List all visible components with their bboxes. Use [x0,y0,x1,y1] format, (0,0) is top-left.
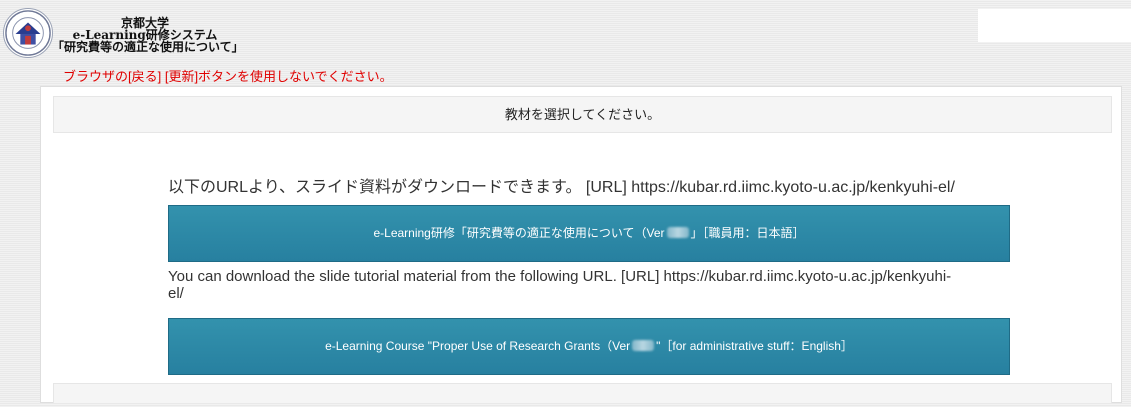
course-button-japanese-prefix: e-Learning研修「研究費等の適正な使用について（Ver [373,226,665,240]
panel-body: 以下のURLより、スライド資料がダウンロードできます。 [URL] https:… [53,133,1112,383]
university-logo-icon [3,8,53,58]
course-button-english-prefix: e-Learning Course "Proper Use of Researc… [325,339,631,353]
material-panel: 教材を選択してください。 以下のURLより、スライド資料がダウンロードできます。… [40,86,1122,403]
course-button-japanese-suffix: 」［職員用：日本語］ [690,226,805,240]
title-line-course: 「研究費等の適正な使用について」 [52,40,244,54]
download-text-en: You can download the slide tutorial mate… [168,268,952,302]
browser-warning: ブラウザの[戻る] [更新]ボタンを使用しないでください。 [63,69,393,84]
redacted-version-blur [632,340,655,351]
course-button-english[interactable]: e-Learning Course "Proper Use of Researc… [168,318,1010,375]
panel-footer [53,383,1112,403]
course-button-japanese[interactable]: e-Learning研修「研究費等の適正な使用について（Ver 」［職員用：日本語… [168,205,1010,262]
site-header: 京都大学 e-Learning研修システム 「研究費等の適正な使用について」 [0,0,1131,62]
header-right-panel [978,9,1131,42]
system-title: 京都大学 e-Learning研修システム 「研究費等の適正な使用について」 [52,17,244,54]
redacted-version-blur [666,227,689,238]
course-button-english-suffix: "［for administrative stuff：English］ [656,339,853,353]
download-text-jp: 以下のURLより、スライド資料がダウンロードできます。 [URL] https:… [168,179,955,196]
panel-heading: 教材を選択してください。 [53,96,1112,133]
